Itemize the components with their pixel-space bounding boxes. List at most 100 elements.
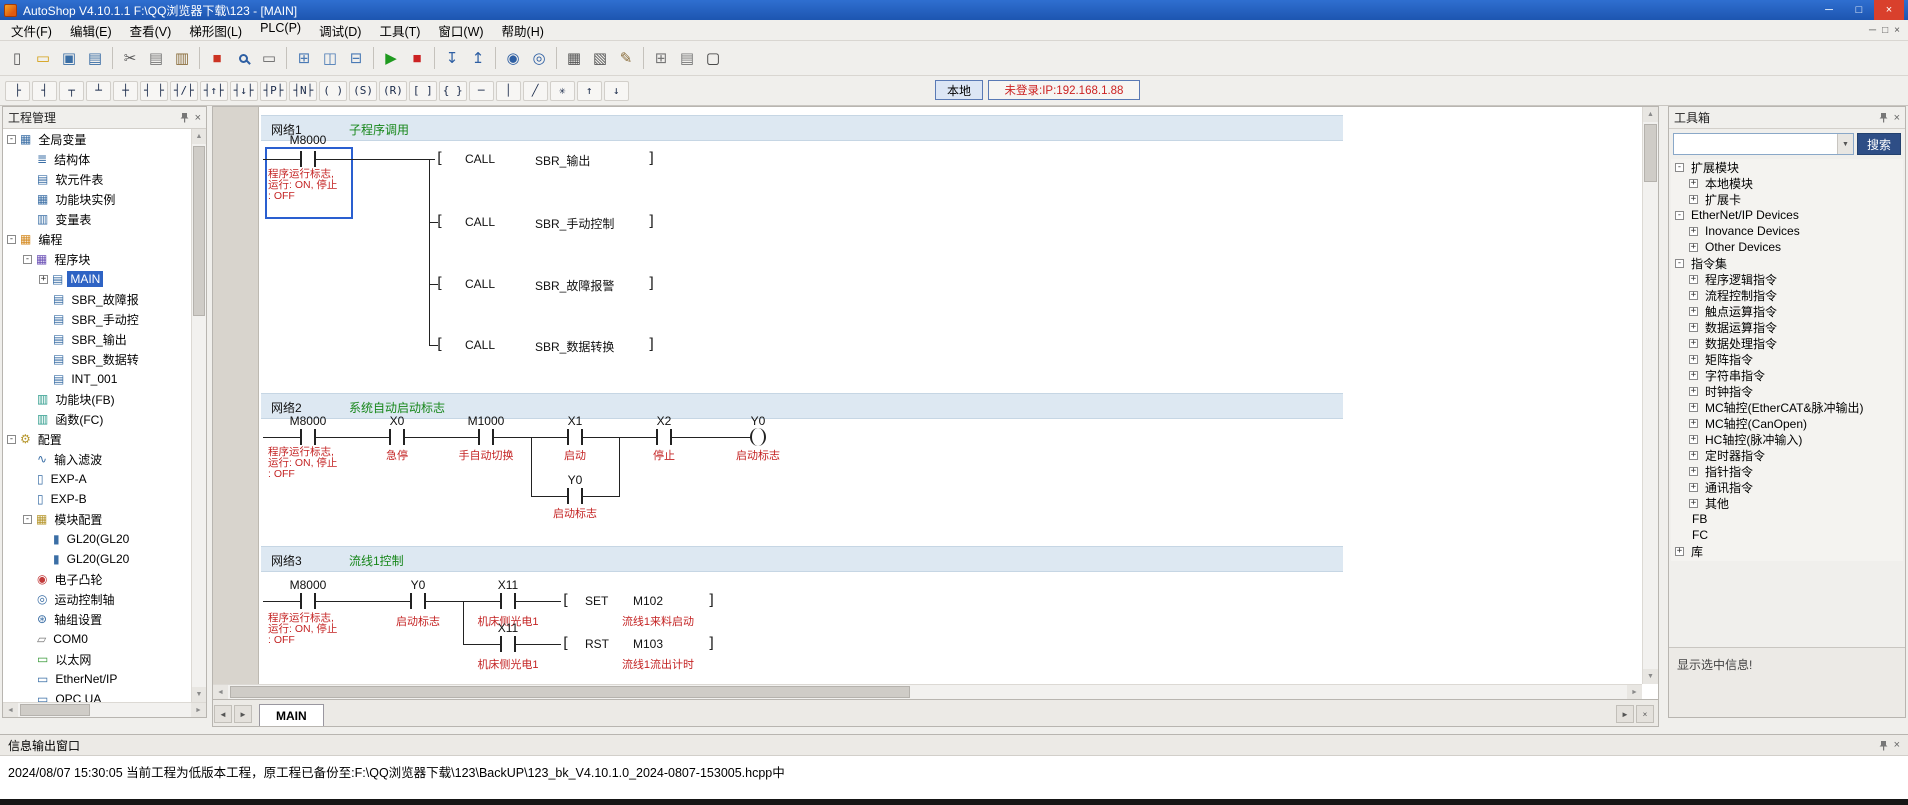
ladder-tool-4[interactable]: ┼ — [113, 81, 138, 101]
element-table-icon[interactable]: ▤ — [675, 46, 699, 70]
collapse-icon[interactable]: - — [1675, 211, 1684, 220]
find-icon[interactable] — [231, 46, 255, 70]
tree-label[interactable]: EXP-A — [48, 471, 90, 487]
screen-icon[interactable]: ▢ — [701, 46, 725, 70]
window-split-icon[interactable]: ⊟ — [344, 46, 368, 70]
network-3-header[interactable]: 网络3 流线1控制 — [261, 546, 1343, 572]
contact[interactable] — [500, 636, 516, 652]
expand-icon[interactable]: + — [1689, 275, 1698, 284]
ladder-tool-2[interactable]: ┬ — [59, 81, 84, 101]
download-icon[interactable]: ↧ — [440, 46, 464, 70]
project-tree-item-8[interactable]: ▤SBR_故障报 — [3, 289, 191, 309]
contact[interactable] — [300, 151, 316, 167]
menu-item-7[interactable]: 窗口(W) — [429, 19, 492, 42]
project-tree-item-3[interactable]: ▦功能块实例 — [3, 189, 191, 209]
tree-label[interactable]: 以太网 — [52, 650, 94, 669]
project-tree-item-19[interactable]: -▦模块配置 — [3, 509, 191, 529]
tree-label[interactable]: FB — [1689, 511, 1710, 527]
tree-label[interactable]: 编程 — [35, 230, 65, 249]
collapse-icon[interactable]: - — [1675, 163, 1684, 172]
project-tree-item-5[interactable]: -▦编程 — [3, 229, 191, 249]
call-bracket[interactable]: ] — [647, 149, 656, 167]
scroll-left-button[interactable]: ◄ — [213, 685, 228, 699]
tree-label[interactable]: INT_001 — [68, 371, 120, 387]
call-bracket[interactable]: [ — [435, 149, 444, 167]
contact-label[interactable]: M8000 — [273, 133, 343, 147]
project-tree-item-13[interactable]: ▥功能块(FB) — [3, 389, 191, 409]
paste-icon[interactable]: ▥ — [170, 46, 194, 70]
contact-label[interactable]: M8000 — [273, 578, 343, 592]
ladder-tool-19[interactable]: ✳ — [550, 81, 575, 101]
tab-main[interactable]: MAIN — [259, 704, 324, 726]
scroll-up-button[interactable]: ▲ — [1643, 107, 1658, 122]
project-tree-vscrollbar[interactable]: ▲ ▼ — [191, 129, 206, 702]
ladder-tool-17[interactable]: │ — [496, 81, 521, 101]
delete-icon[interactable]: ■ — [205, 46, 229, 70]
tree-label[interactable]: 配置 — [35, 430, 65, 449]
tree-label[interactable]: 库 — [1688, 542, 1706, 561]
ladder-tool-18[interactable]: ╱ — [523, 81, 548, 101]
ladder-tool-11[interactable]: ( ) — [319, 81, 347, 101]
project-tree-item-10[interactable]: ▤SBR_输出 — [3, 329, 191, 349]
collapse-icon[interactable]: - — [1675, 259, 1684, 268]
expand-icon[interactable]: + — [1689, 499, 1698, 508]
project-tree-item-12[interactable]: ▤INT_001 — [3, 369, 191, 389]
tree-label[interactable]: Inovance Devices — [1702, 223, 1803, 239]
call-operand[interactable]: SBR_数据转换 — [535, 338, 614, 355]
ladder-tool-0[interactable]: ├ — [5, 81, 30, 101]
scroll-thumb[interactable] — [193, 146, 205, 316]
minimize-button[interactable]: ─ — [1814, 0, 1844, 20]
collapse-icon[interactable]: - — [7, 135, 16, 144]
tab-next-button[interactable]: ► — [1616, 705, 1634, 723]
tree-label[interactable]: 程序块 — [51, 250, 93, 269]
search-button[interactable]: 搜索 — [1857, 133, 1901, 155]
expand-icon[interactable]: + — [1689, 323, 1698, 332]
toolbox-tree-item-3[interactable]: -EtherNet/IP Devices — [1671, 207, 1903, 223]
compile-all-icon[interactable]: ▧ — [588, 46, 612, 70]
contact[interactable] — [300, 429, 316, 445]
call-bracket[interactable]: ] — [647, 212, 656, 230]
toolbox-tree-item-2[interactable]: +扩展卡 — [1671, 191, 1903, 207]
collapse-icon[interactable]: - — [7, 435, 16, 444]
toolbox-tree-item-21[interactable]: + 其他 — [1671, 495, 1903, 511]
contact[interactable] — [500, 593, 516, 609]
project-tree-hscrollbar[interactable]: ◄ ► — [3, 702, 206, 717]
expand-icon[interactable]: + — [1689, 419, 1698, 428]
contact[interactable] — [389, 429, 405, 445]
project-tree-item-18[interactable]: ▯EXP-B — [3, 489, 191, 509]
new-file-icon[interactable]: ▯ — [5, 46, 29, 70]
tree-label[interactable]: OPC UA — [52, 691, 104, 702]
scroll-right-button[interactable]: ► — [191, 703, 206, 717]
expand-icon[interactable]: + — [1689, 451, 1698, 460]
tree-label[interactable]: 扩展卡 — [1702, 190, 1744, 209]
scroll-thumb[interactable] — [1644, 124, 1657, 182]
contact-label[interactable]: Y0 — [383, 578, 453, 592]
contact-label[interactable]: M8000 — [273, 414, 343, 428]
call-bracket[interactable]: [ — [435, 274, 444, 292]
scroll-left-button[interactable]: ◄ — [3, 703, 18, 717]
tree-label[interactable]: 电子凸轮 — [51, 570, 105, 589]
maximize-button[interactable]: □ — [1844, 0, 1874, 20]
scroll-thumb[interactable] — [230, 686, 910, 698]
call-bracket[interactable]: ] — [647, 274, 656, 292]
scroll-up-button[interactable]: ▲ — [192, 129, 206, 144]
print-icon[interactable]: ▭ — [257, 46, 281, 70]
call-bracket[interactable]: [ — [435, 212, 444, 230]
collapse-icon[interactable]: - — [23, 515, 32, 524]
rst-op[interactable]: RST — [585, 637, 609, 651]
scroll-down-button[interactable]: ▼ — [192, 687, 206, 702]
contact-label[interactable]: X2 — [629, 414, 699, 428]
expand-icon[interactable]: + — [1689, 307, 1698, 316]
contact-label[interactable]: X1 — [540, 414, 610, 428]
tree-label[interactable]: COM0 — [50, 631, 91, 647]
project-tree-item-20[interactable]: ▮GL20(GL20 — [3, 529, 191, 549]
compile-icon[interactable]: ▦ — [562, 46, 586, 70]
collapse-icon[interactable]: - — [23, 255, 32, 264]
tree-label[interactable]: 其他 — [1702, 494, 1732, 513]
contact-label[interactable]: Y0 — [540, 473, 610, 487]
menu-item-4[interactable]: PLC(P) — [251, 19, 310, 42]
project-tree-item-2[interactable]: ▤软元件表 — [3, 169, 191, 189]
contact[interactable] — [300, 593, 316, 609]
expand-icon[interactable]: + — [1689, 339, 1698, 348]
project-tree-item-17[interactable]: ▯EXP-A — [3, 469, 191, 489]
